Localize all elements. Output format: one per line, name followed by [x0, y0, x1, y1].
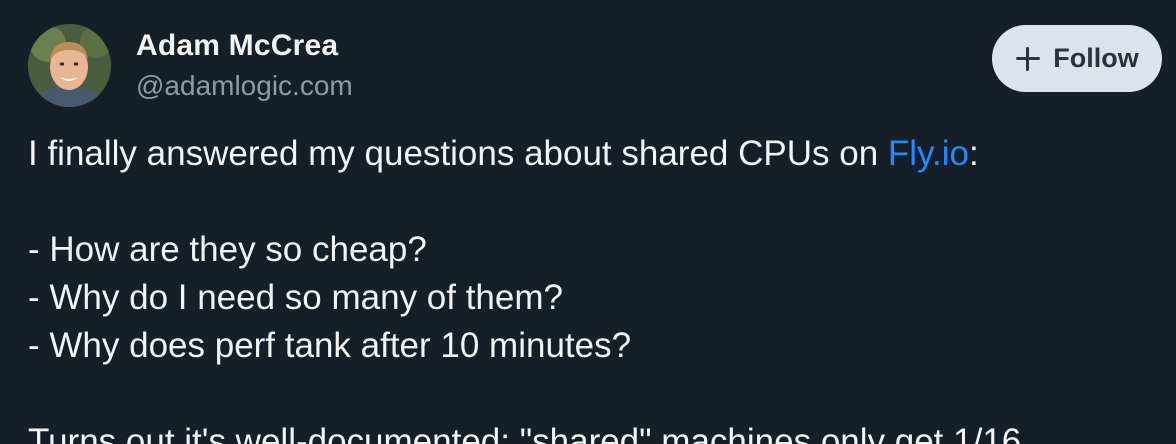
post-conclusion-line: Turns out it's well-documented: "shared"…: [28, 422, 1022, 444]
post-card: Adam McCrea @adamlogic.com Follow I fina…: [0, 0, 1176, 444]
follow-button-label: Follow: [1053, 43, 1139, 73]
author-display-name[interactable]: Adam McCrea: [136, 28, 353, 64]
question-line: - How are they so cheap?: [28, 230, 427, 269]
post-header: Adam McCrea @adamlogic.com Follow: [28, 24, 1162, 108]
avatar[interactable]: [28, 24, 111, 107]
follow-button[interactable]: Follow: [992, 25, 1162, 92]
post-intro-colon: :: [968, 134, 979, 173]
question-line: - Why does perf tank after 10 minutes?: [28, 326, 632, 365]
plus-icon: [1015, 46, 1041, 72]
avatar-photo: [28, 24, 111, 107]
fly-io-link[interactable]: Fly.io: [888, 134, 969, 173]
post-intro-text: I finally answered my questions about sh…: [28, 134, 888, 173]
author-handle[interactable]: @adamlogic.com: [136, 66, 353, 106]
post-body: I finally answered my questions about sh…: [28, 130, 1156, 444]
author-names: Adam McCrea @adamlogic.com: [136, 28, 353, 106]
question-line: - Why do I need so many of them?: [28, 278, 563, 317]
post-intro-line: I finally answered my questions about sh…: [28, 130, 1156, 178]
